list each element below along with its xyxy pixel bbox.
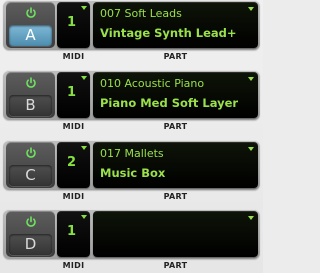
part-category: 017 Mallets <box>100 147 164 160</box>
chevron-down-icon <box>248 77 254 81</box>
bank-d: D 1 MIDI PART <box>0 209 263 273</box>
midi-channel-selector-c[interactable]: 2 <box>57 142 90 188</box>
bank-selector-c: C <box>6 142 55 188</box>
bank-letter-c[interactable]: C <box>9 165 52 186</box>
power-icon <box>25 77 36 88</box>
chevron-down-icon <box>81 6 87 10</box>
power-button-d[interactable] <box>6 214 55 232</box>
bank-selector-b: B <box>6 72 55 118</box>
power-button-c[interactable] <box>6 145 55 163</box>
chevron-down-icon <box>248 7 254 11</box>
part-name: Piano Med Soft Layer <box>100 96 239 110</box>
part-selector-b[interactable]: 010 Acoustic Piano Piano Med Soft Layer <box>93 72 258 118</box>
power-button-b[interactable] <box>6 75 55 93</box>
part-selector-c[interactable]: 017 Mallets Music Box <box>93 142 258 188</box>
power-icon <box>25 147 36 158</box>
bank-letter-a[interactable]: A <box>9 25 52 46</box>
midi-channel-value: 2 <box>66 155 77 170</box>
part-selector-d[interactable] <box>93 211 258 257</box>
chevron-down-icon <box>81 215 87 219</box>
bank-c: C 2 017 Mallets Music Box MIDI PART <box>0 140 263 207</box>
chevron-down-icon <box>248 216 254 220</box>
midi-label: MIDI <box>62 52 85 61</box>
midi-channel-value: 1 <box>66 85 77 100</box>
part-selector-a[interactable]: 007 Soft Leads Vintage Synth Lead+ <box>93 2 258 48</box>
part-label: PART <box>163 122 188 131</box>
bank-letter-d[interactable]: D <box>9 234 52 255</box>
chevron-down-icon <box>81 76 87 80</box>
power-icon <box>25 216 36 227</box>
part-label: PART <box>163 52 188 61</box>
instrument-bank-panel: A 1 007 Soft Leads Vintage Synth Lead+ M… <box>0 0 263 273</box>
midi-channel-value: 1 <box>66 15 77 30</box>
midi-channel-selector-d[interactable]: 1 <box>57 211 90 257</box>
midi-label: MIDI <box>62 122 85 131</box>
bank-selector-d: D <box>6 211 55 257</box>
bank-a: A 1 007 Soft Leads Vintage Synth Lead+ M… <box>0 0 263 67</box>
part-category: 007 Soft Leads <box>100 7 182 20</box>
bank-selector-a: A <box>6 2 55 48</box>
midi-channel-selector-a[interactable]: 1 <box>57 2 90 48</box>
chevron-down-icon <box>81 146 87 150</box>
midi-label: MIDI <box>62 261 85 270</box>
midi-channel-selector-b[interactable]: 1 <box>57 72 90 118</box>
bank-letter-b[interactable]: B <box>9 95 52 116</box>
part-label: PART <box>163 192 188 201</box>
midi-label: MIDI <box>62 192 85 201</box>
bank-b: B 1 010 Acoustic Piano Piano Med Soft La… <box>0 70 263 137</box>
power-icon <box>25 7 36 18</box>
part-name: Music Box <box>100 166 166 180</box>
part-name: Vintage Synth Lead+ <box>100 26 237 40</box>
midi-channel-value: 1 <box>66 224 77 239</box>
part-category: 010 Acoustic Piano <box>100 77 205 90</box>
part-label: PART <box>163 261 188 270</box>
chevron-down-icon <box>248 147 254 151</box>
power-button-a[interactable] <box>6 5 55 23</box>
